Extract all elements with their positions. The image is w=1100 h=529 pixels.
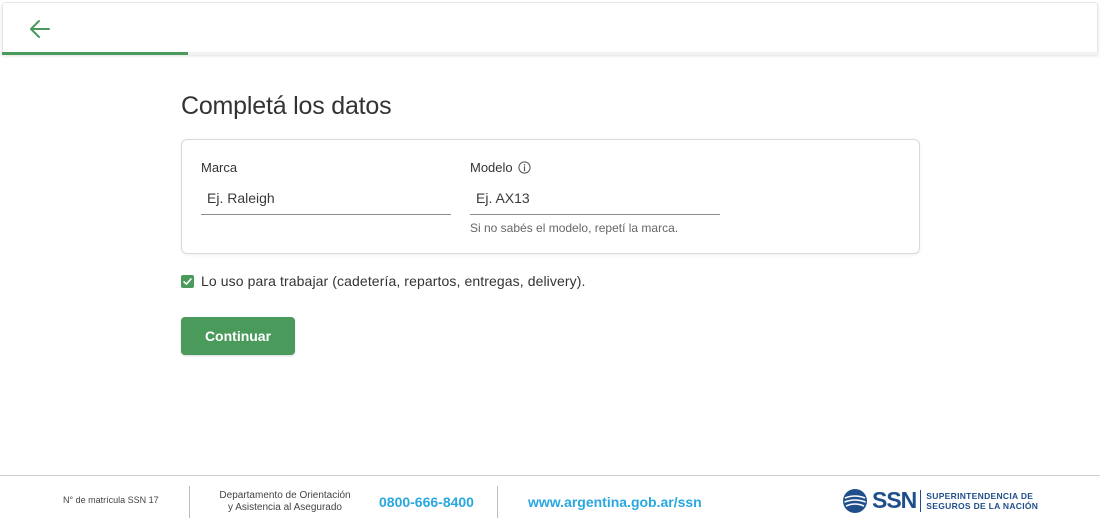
page-title: Completá los datos [181, 92, 392, 120]
vehicle-form-card: Marca Modelo Si no sabés el modelo, repe… [181, 139, 920, 254]
arrow-left-icon [30, 20, 50, 38]
ssn-logo[interactable]: SSN SUPERINTENDENCIA DE SEGUROS DE LA NA… [842, 487, 1038, 514]
phone-link[interactable]: 0800-666-8400 [379, 494, 474, 510]
ssn-globe-icon [843, 488, 867, 513]
matricula-text: N° de matrícula SSN 17 [63, 495, 159, 505]
ssn-logo-subtitle: SUPERINTENDENCIA DE SEGUROS DE LA NACIÓN [926, 491, 1038, 511]
ssn-logo-text: SSN [872, 487, 917, 513]
marca-input[interactable] [201, 187, 451, 215]
footer: N° de matrícula SSN 17 Departamento de O… [0, 475, 1100, 529]
modelo-label: Modelo [470, 159, 720, 175]
ssn-subtitle-line-2: SEGUROS DE LA NACIÓN [926, 500, 1039, 511]
work-use-checkbox-label: Lo uso para trabajar (cadetería, reparto… [201, 273, 586, 289]
marca-label-text: Marca [201, 159, 238, 175]
modelo-helper-text: Si no sabés el modelo, repetí la marca. [470, 221, 679, 235]
modelo-field: Modelo Si no sabés el modelo, repetí la … [470, 159, 720, 235]
progress-bar [2, 52, 1098, 55]
modelo-input[interactable] [470, 187, 720, 215]
ssn-subtitle-line-1: SUPERINTENDENCIA DE [926, 490, 1034, 501]
continue-button[interactable]: Continuar [181, 317, 295, 355]
footer-divider [497, 486, 498, 518]
logo-divider [920, 489, 922, 512]
marca-label: Marca [201, 159, 451, 175]
back-button[interactable] [27, 17, 53, 41]
department-line-2: y Asistencia al Asegurado [228, 502, 342, 513]
department-text: Departamento de Orientación y Asistencia… [215, 490, 355, 514]
footer-divider [189, 486, 190, 518]
progress-fill [2, 52, 189, 55]
checkmark-icon [183, 277, 192, 285]
work-use-checkbox[interactable] [181, 274, 194, 288]
marca-field: Marca [201, 159, 451, 215]
info-icon[interactable] [518, 160, 531, 174]
top-bar [2, 2, 1098, 54]
website-link[interactable]: www.argentina.gob.ar/ssn [528, 494, 702, 510]
modelo-label-text: Modelo [470, 159, 513, 175]
work-use-checkbox-row[interactable]: Lo uso para trabajar (cadetería, reparto… [181, 273, 586, 289]
department-line-1: Departamento de Orientación [219, 490, 351, 501]
